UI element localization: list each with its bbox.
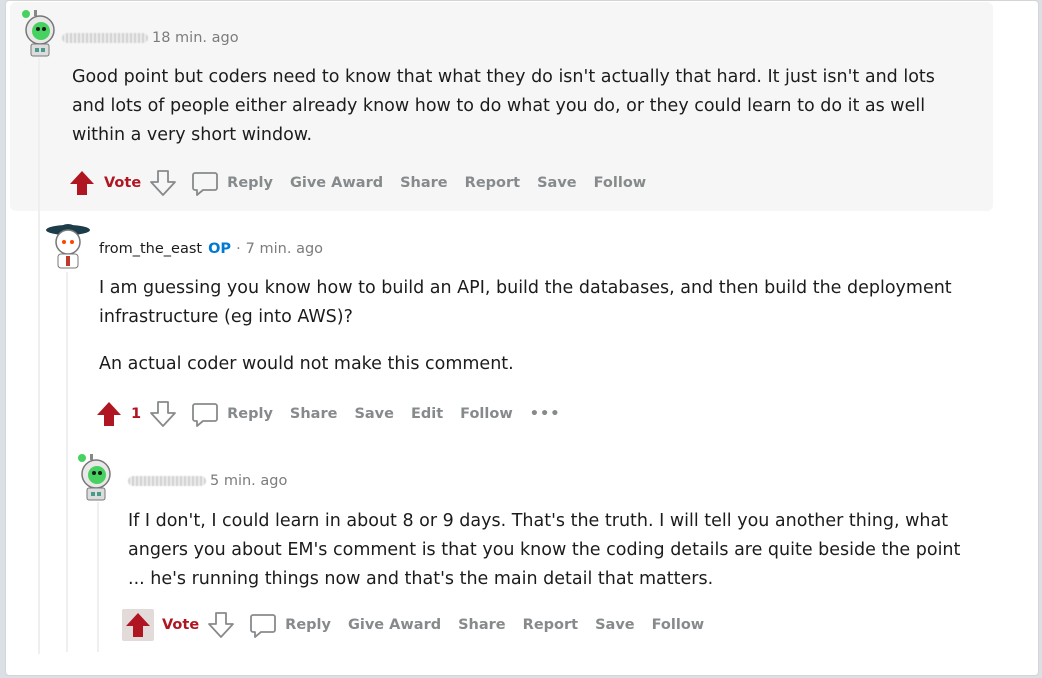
- give-award-button[interactable]: Give Award: [290, 175, 383, 191]
- downvote-icon[interactable]: [207, 611, 235, 639]
- more-options-icon[interactable]: •••: [530, 406, 561, 422]
- comment-body: I am guessing you know how to build an A…: [99, 274, 959, 379]
- reply-button[interactable]: Reply: [249, 611, 331, 639]
- share-button[interactable]: Share: [458, 617, 506, 633]
- avatar[interactable]: [76, 452, 116, 508]
- comment-paragraph: If I don't, I could learn in about 8 or …: [128, 511, 961, 589]
- comment-actions: 1 Reply Share Save Edit Follow •••: [95, 398, 578, 430]
- comment-body: If I don't, I could learn in about 8 or …: [128, 507, 978, 594]
- report-button[interactable]: Report: [523, 617, 578, 633]
- comment-paragraph: I am guessing you know how to build an A…: [99, 278, 952, 327]
- comment-time[interactable]: 5 min. ago: [210, 473, 287, 489]
- thread-line[interactable]: [38, 58, 40, 654]
- comment-bubble-icon: [192, 403, 218, 427]
- downvote-icon[interactable]: [149, 400, 177, 428]
- comment-meta: from_the_east OP · 7 min. ago: [99, 241, 323, 257]
- save-button[interactable]: Save: [354, 406, 394, 422]
- reply-label: Reply: [227, 406, 273, 422]
- reply-button[interactable]: Reply: [191, 169, 273, 197]
- save-button[interactable]: Save: [595, 617, 635, 633]
- avatar[interactable]: [44, 218, 92, 276]
- comment-actions: Vote Reply Give Award Share Report Save …: [122, 609, 721, 641]
- comment-paragraph: An actual coder would not make this comm…: [99, 354, 514, 374]
- follow-button[interactable]: Follow: [594, 175, 647, 191]
- vote-label: Vote: [104, 175, 142, 191]
- online-status-dot: [22, 10, 30, 18]
- comment-time[interactable]: 7 min. ago: [246, 241, 323, 257]
- comment-time[interactable]: 18 min. ago: [152, 30, 239, 46]
- separator: ·: [236, 241, 241, 257]
- save-button[interactable]: Save: [537, 175, 577, 191]
- comment-paragraph: Good point but coders need to know that …: [72, 67, 935, 145]
- share-button[interactable]: Share: [290, 406, 338, 422]
- reply-label: Reply: [227, 175, 273, 191]
- follow-button[interactable]: Follow: [652, 617, 705, 633]
- downvote-icon[interactable]: [149, 169, 177, 197]
- reply-label: Reply: [285, 617, 331, 633]
- thread-line[interactable]: [66, 272, 68, 652]
- comment-actions: Vote Reply Give Award Share Report Save …: [68, 167, 663, 199]
- vote-count: 1: [131, 406, 142, 422]
- thread-line[interactable]: [97, 502, 99, 652]
- follow-button[interactable]: Follow: [460, 406, 513, 422]
- upvote-icon[interactable]: [95, 400, 123, 428]
- upvote-icon[interactable]: [68, 169, 96, 197]
- author-name-redacted[interactable]: [128, 476, 206, 486]
- vote-label: Vote: [162, 617, 200, 633]
- comment-bubble-icon: [250, 614, 277, 638]
- author-name[interactable]: from_the_east: [99, 241, 202, 257]
- reply-button[interactable]: Reply: [191, 400, 273, 428]
- comment-body: Good point but coders need to know that …: [72, 63, 972, 150]
- edit-button[interactable]: Edit: [411, 406, 443, 422]
- op-badge: OP: [208, 241, 232, 257]
- give-award-button[interactable]: Give Award: [348, 617, 441, 633]
- online-status-dot: [78, 454, 86, 462]
- share-button[interactable]: Share: [400, 175, 448, 191]
- report-button[interactable]: Report: [465, 175, 520, 191]
- comment-bubble-icon: [192, 172, 219, 196]
- avatar[interactable]: [20, 8, 60, 64]
- comment-meta: 18 min. ago: [62, 30, 239, 46]
- upvote-icon[interactable]: [122, 609, 154, 641]
- comment-meta: 5 min. ago: [128, 473, 287, 489]
- author-name-redacted[interactable]: [62, 33, 148, 43]
